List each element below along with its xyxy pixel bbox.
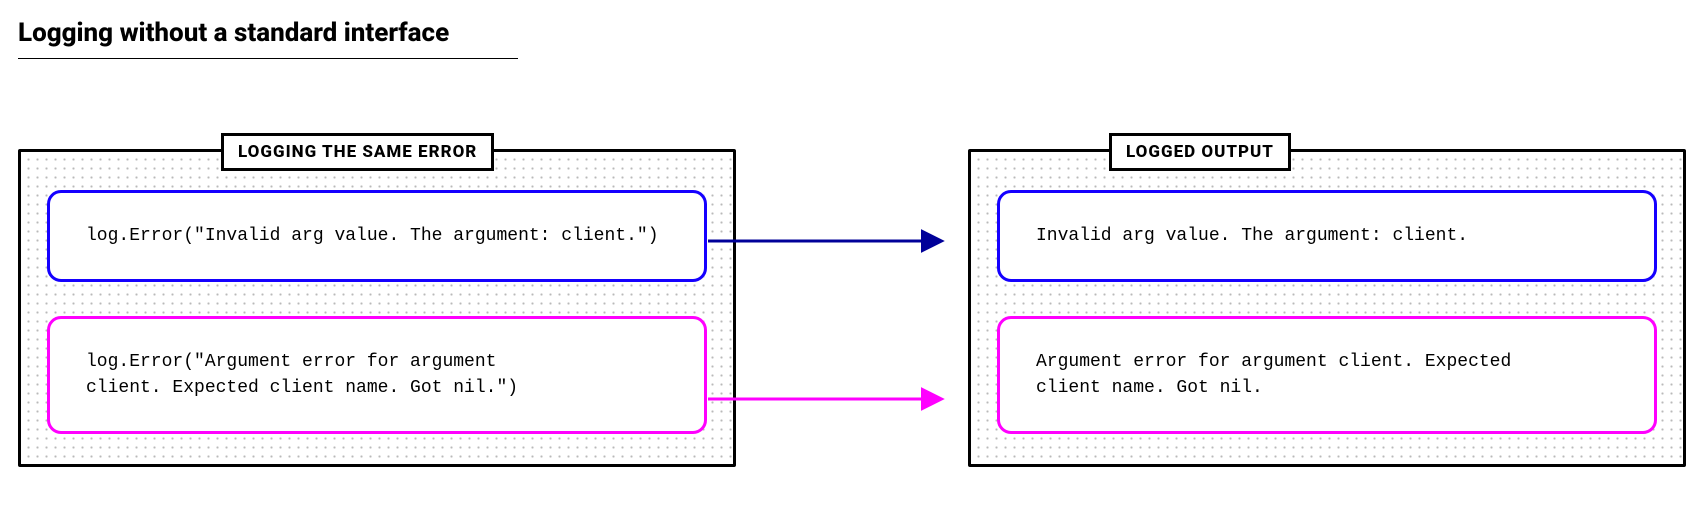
- title-underline: [18, 58, 518, 59]
- panel-label-left: LOGGING THE SAME ERROR: [221, 133, 494, 171]
- panels-row: LOGGING THE SAME ERROR log.Error("Invali…: [18, 149, 1686, 467]
- panel-logged-output: LOGGED OUTPUT Invalid arg value. The arg…: [968, 149, 1686, 467]
- panel-label-right: LOGGED OUTPUT: [1109, 133, 1291, 171]
- panel-logging-input: LOGGING THE SAME ERROR log.Error("Invali…: [18, 149, 736, 467]
- card-output-2: Argument error for argument client. Expe…: [997, 316, 1657, 434]
- card-input-2: log.Error("Argument error for argument c…: [47, 316, 707, 434]
- arrows-overlay: [708, 149, 1008, 529]
- card-input-1: log.Error("Invalid arg value. The argume…: [47, 190, 707, 282]
- card-output-1: Invalid arg value. The argument: client.: [997, 190, 1657, 282]
- page-title: Logging without a standard interface: [18, 18, 1686, 48]
